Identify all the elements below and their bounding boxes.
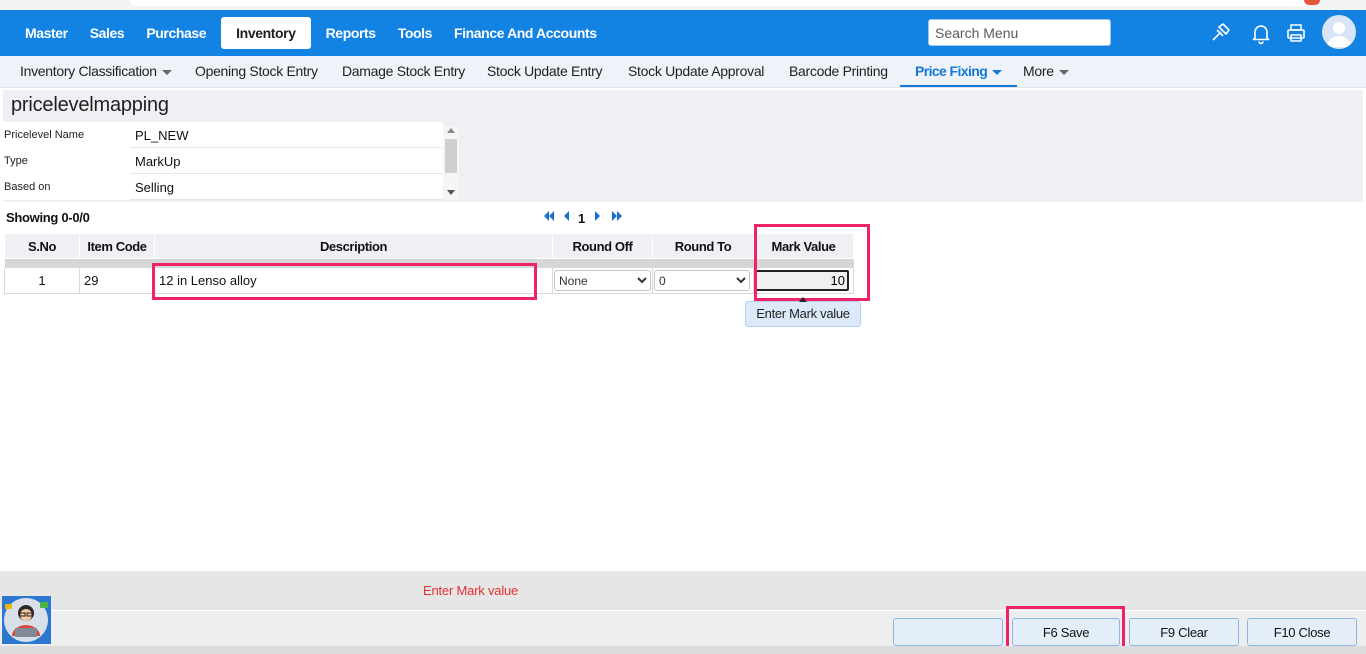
user-avatar-icon[interactable] — [1322, 15, 1356, 49]
based-on-label: Based on — [3, 174, 130, 200]
scroll-down-icon[interactable] — [447, 190, 455, 195]
tooltip-arrow — [799, 297, 807, 302]
main-navbar: Master Sales Purchase Inventory Reports … — [0, 10, 1366, 56]
support-assistant-icon[interactable] — [2, 596, 51, 644]
browser-profile-dot — [1304, 0, 1320, 5]
status-bar: Enter Mark value — [0, 571, 1366, 611]
status-message: Enter Mark value — [423, 583, 519, 598]
subnav-label: Barcode Printing — [789, 63, 888, 79]
subnav-label: Inventory Classification — [20, 63, 157, 79]
type-label: Type — [3, 148, 130, 174]
save-button[interactable]: F6 Save — [1012, 618, 1120, 646]
menu-item-reports[interactable]: Reports — [315, 17, 387, 49]
menu-item-tools[interactable]: Tools — [387, 17, 443, 49]
subnav-opening-stock-entry[interactable]: Opening Stock Entry — [195, 56, 318, 87]
bottom-edge — [0, 646, 1366, 654]
record-count: Showing 0-0/0 — [6, 210, 90, 225]
close-button[interactable]: F10 Close — [1247, 618, 1357, 646]
round-off-select[interactable]: None — [554, 270, 651, 291]
menu-item-purchase[interactable]: Purchase — [135, 17, 217, 49]
chevron-down-icon — [1058, 69, 1069, 75]
col-header-sno: S.No — [4, 233, 80, 259]
next-page-icon[interactable] — [594, 210, 601, 226]
menu-item-inventory[interactable]: Inventory — [221, 17, 311, 49]
browser-top-strip — [0, 0, 1366, 10]
browser-address-area — [130, 0, 1310, 6]
cell-round-off: None — [552, 267, 653, 294]
mark-value-input[interactable] — [755, 270, 849, 291]
subnav-label: Stock Update Approval — [628, 63, 765, 79]
bell-icon[interactable] — [1249, 21, 1273, 45]
scrollbar-thumb[interactable] — [445, 139, 457, 173]
pricelevel-form: Pricelevel Name PL_NEW Type MarkUp Based… — [3, 122, 1363, 202]
subnav-stock-update-approval[interactable]: Stock Update Approval — [628, 56, 764, 87]
subnav-damage-stock-entry[interactable]: Damage Stock Entry — [342, 56, 465, 87]
table-header-row: S.No Item Code Description Round Off Rou… — [4, 233, 854, 259]
first-page-icon[interactable] — [543, 210, 555, 226]
pager: 1 — [543, 209, 623, 227]
printer-icon[interactable] — [1284, 21, 1308, 45]
mark-value-tooltip: Enter Mark value — [745, 297, 861, 327]
blank-button[interactable] — [893, 618, 1003, 646]
chevron-down-icon — [992, 69, 1003, 75]
subnav-label: Stock Update Entry — [487, 63, 603, 79]
main-menu: Master Sales Purchase Inventory Reports … — [14, 17, 608, 49]
prev-page-icon[interactable] — [563, 210, 570, 226]
menu-item-master[interactable]: Master — [14, 17, 79, 49]
tooltip-text: Enter Mark value — [756, 306, 850, 321]
form-scrollbar[interactable] — [443, 126, 459, 200]
form-row-based-on: Based on Selling — [3, 174, 443, 200]
subnav-label: More — [1023, 63, 1054, 79]
inventory-subnav: Inventory Classification Opening Stock E… — [0, 56, 1366, 88]
subnav-price-fixing[interactable]: Price Fixing — [900, 56, 1018, 87]
clear-button[interactable]: F9 Clear — [1129, 618, 1239, 646]
col-header-round-to: Round To — [652, 233, 754, 259]
chevron-down-icon — [161, 69, 172, 75]
subnav-inventory-classification[interactable]: Inventory Classification — [20, 56, 172, 87]
page-header: pricelevelmapping — [3, 90, 1363, 122]
table-header-spacer — [4, 258, 854, 268]
menu-item-sales[interactable]: Sales — [79, 17, 136, 49]
cell-round-to: 0 — [652, 267, 754, 294]
current-page-number: 1 — [578, 210, 586, 226]
based-on-value[interactable]: Selling — [135, 174, 443, 200]
last-page-icon[interactable] — [611, 210, 623, 226]
cell-sno: 1 — [4, 267, 80, 294]
subnav-stock-update-entry[interactable]: Stock Update Entry — [487, 56, 603, 87]
col-header-round-off: Round Off — [552, 233, 653, 259]
subnav-label: Opening Stock Entry — [195, 63, 318, 79]
price-mapping-table: S.No Item Code Description Round Off Rou… — [4, 233, 854, 294]
pricelevel-name-value[interactable]: PL_NEW — [135, 122, 443, 148]
page-title: pricelevelmapping — [11, 94, 169, 116]
subnav-label: Damage Stock Entry — [342, 63, 465, 79]
col-header-mark-value: Mark Value — [753, 233, 854, 259]
table-row: 1 29 12 in Lenso alloy None 0 — [4, 267, 854, 294]
round-to-select[interactable]: 0 — [654, 270, 750, 291]
col-header-description: Description — [154, 233, 553, 259]
search-menu-input[interactable] — [928, 19, 1111, 46]
col-header-item-code: Item Code — [79, 233, 155, 259]
subnav-barcode-printing[interactable]: Barcode Printing — [789, 56, 888, 87]
form-row-type: Type MarkUp — [3, 148, 443, 174]
hammer-icon[interactable] — [1208, 21, 1232, 45]
cell-description[interactable]: 12 in Lenso alloy — [154, 267, 553, 294]
cell-mark-value — [753, 267, 854, 294]
pricelevel-name-label: Pricelevel Name — [3, 122, 130, 148]
subnav-more[interactable]: More — [1023, 56, 1069, 87]
subnav-label: Price Fixing — [915, 63, 988, 79]
scroll-up-icon[interactable] — [447, 128, 455, 133]
spacer-cell — [4, 258, 854, 268]
menu-item-finance[interactable]: Finance And Accounts — [443, 17, 608, 49]
form-row-pricelevel-name: Pricelevel Name PL_NEW — [3, 122, 443, 148]
type-value[interactable]: MarkUp — [135, 148, 443, 174]
cell-item-code: 29 — [79, 267, 155, 294]
